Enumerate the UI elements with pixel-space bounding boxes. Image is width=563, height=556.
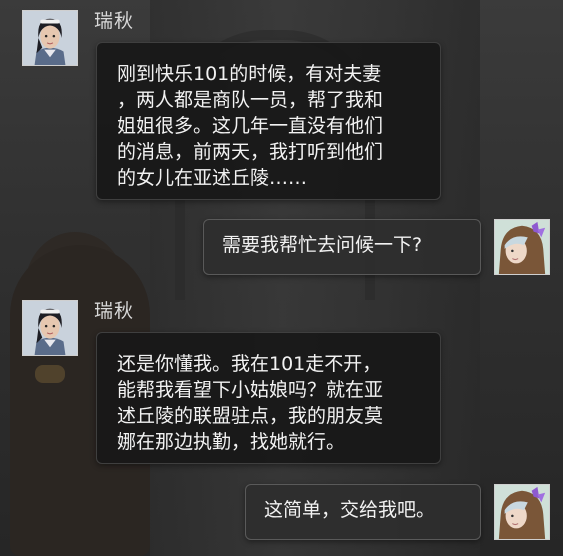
background-character-ornament <box>35 365 65 383</box>
player-reply-bubble: 这简单，交给我吧。 <box>245 484 481 540</box>
speaker-name: 瑞秋 <box>94 300 135 322</box>
speaker-name: 瑞秋 <box>94 10 135 32</box>
npc-message-bubble: 刚到快乐101的时候，有对夫妻 ，两人都是商队一员，帮了我和 姐姐很多。这几年一… <box>96 42 441 200</box>
npc-message-bubble: 还是你懂我。我在101走不开， 能帮我看望下小姑娘吗？就在亚 述丘陵的联盟驻点，… <box>96 332 441 464</box>
npc-portrait-icon <box>23 11 77 65</box>
message-text: 需要我帮忙去问候一下? <box>222 234 423 256</box>
player-avatar <box>494 219 550 275</box>
player-portrait-icon <box>495 485 549 539</box>
message-text: 还是你懂我。我在101走不开， 能帮我看望下小姑娘吗？就在亚 述丘陵的联盟驻点，… <box>117 353 384 453</box>
player-portrait-icon <box>495 220 549 274</box>
message-text: 刚到快乐101的时候，有对夫妻 ，两人都是商队一员，帮了我和 姐姐很多。这几年一… <box>117 63 384 189</box>
npc-avatar <box>22 10 78 66</box>
message-text: 这简单，交给我吧。 <box>264 499 436 521</box>
npc-avatar <box>22 300 78 356</box>
player-reply-bubble: 需要我帮忙去问候一下? <box>203 219 481 275</box>
npc-portrait-icon <box>23 301 77 355</box>
player-avatar <box>494 484 550 540</box>
